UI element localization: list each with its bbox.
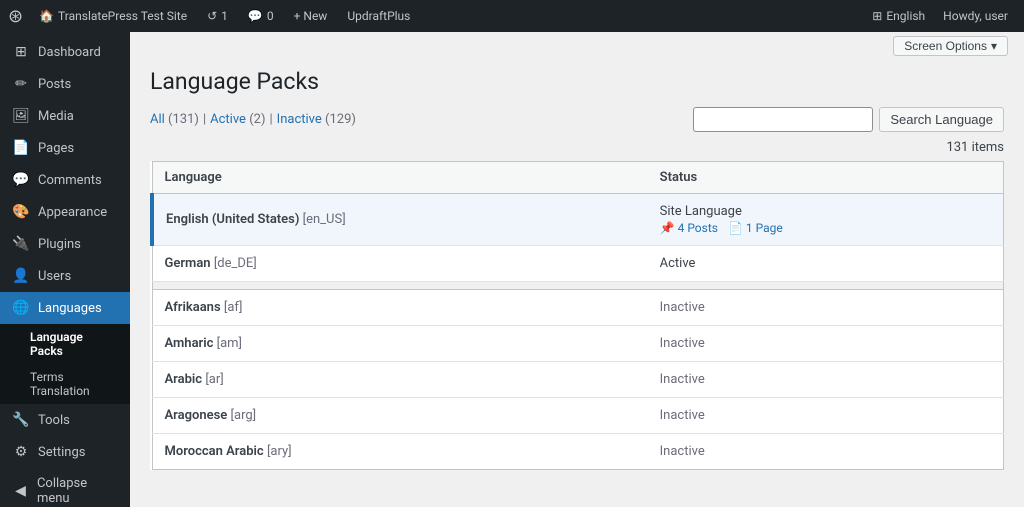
table-row: Amharic [am]Inactive bbox=[152, 326, 1004, 362]
plugins-icon: 🔌 bbox=[12, 236, 30, 252]
language-cell: Afrikaans [af] bbox=[152, 290, 648, 326]
language-packs-table: Language Status English (United States) … bbox=[150, 161, 1004, 470]
appearance-icon: 🎨 bbox=[12, 204, 30, 220]
sidebar-item-posts[interactable]: ✏ Posts bbox=[0, 68, 130, 100]
customize-icon: ↺ bbox=[207, 9, 217, 23]
main-content: Screen Options ▾ Language Packs All (131… bbox=[130, 32, 1024, 507]
language-cell: English (United States) [en_US] bbox=[152, 194, 648, 246]
language-cell: Amharic [am] bbox=[152, 326, 648, 362]
pages-icon: 📄 bbox=[12, 140, 30, 156]
sidebar-item-media[interactable]: 🖼 Media bbox=[0, 100, 130, 132]
search-area: Search Language bbox=[693, 107, 1004, 132]
admin-bar-updraft[interactable]: UpdraftPlus bbox=[339, 9, 418, 23]
sidebar-item-appearance[interactable]: 🎨 Appearance bbox=[0, 196, 130, 228]
admin-bar-comments[interactable]: 💬 0 bbox=[240, 9, 282, 23]
items-count: 131 items bbox=[150, 140, 1004, 155]
admin-bar-site[interactable]: 🏠 TranslatePress Test Site bbox=[31, 9, 195, 23]
search-language-button[interactable]: Search Language bbox=[879, 107, 1004, 132]
col-status: Status bbox=[648, 162, 1004, 194]
comments-menu-icon: 💬 bbox=[12, 172, 30, 188]
screen-options-bar: Screen Options ▾ bbox=[130, 32, 1024, 60]
sidebar-item-collapse[interactable]: ◀ Collapse menu bbox=[0, 468, 130, 507]
collapse-icon: ◀ bbox=[12, 483, 29, 499]
language-cell: Arabic [ar] bbox=[152, 362, 648, 398]
table-row: Arabic [ar]Inactive bbox=[152, 362, 1004, 398]
filter-all[interactable]: All (131) bbox=[150, 112, 199, 127]
settings-icon: ⚙ bbox=[12, 444, 30, 460]
sidebar-item-plugins[interactable]: 🔌 Plugins bbox=[0, 228, 130, 260]
admin-bar-new[interactable]: + New bbox=[286, 9, 336, 23]
sidebar-item-dashboard[interactable]: ⊞ Dashboard bbox=[0, 36, 130, 68]
filter-links: All (131) | Active (2) | Inactive (129) bbox=[150, 112, 356, 127]
language-cell: Moroccan Arabic [ary] bbox=[152, 434, 648, 470]
col-language: Language bbox=[152, 162, 648, 194]
submenu-item-terms-translation[interactable]: Terms Translation bbox=[0, 364, 130, 404]
status-link[interactable]: 📄 1 Page bbox=[728, 221, 783, 235]
sidebar-item-pages[interactable]: 📄 Pages bbox=[0, 132, 130, 164]
status-cell: Inactive bbox=[648, 398, 1004, 434]
media-icon: 🖼 bbox=[12, 108, 30, 124]
status-link[interactable]: 📌 4 Posts bbox=[660, 221, 718, 235]
admin-bar-language[interactable]: ⊞ English bbox=[864, 9, 933, 23]
sidebar-item-languages[interactable]: 🌐 Languages bbox=[0, 292, 130, 324]
table-row: English (United States) [en_US]Site Lang… bbox=[152, 194, 1004, 246]
users-icon: 👤 bbox=[12, 268, 30, 284]
sidebar-item-tools[interactable]: 🔧 Tools bbox=[0, 404, 130, 436]
comments-icon: 💬 bbox=[248, 9, 263, 23]
table-row: Moroccan Arabic [ary]Inactive bbox=[152, 434, 1004, 470]
language-cell: Aragonese [arg] bbox=[152, 398, 648, 434]
posts-icon: ✏ bbox=[12, 76, 30, 92]
sidebar-item-comments[interactable]: 💬 Comments bbox=[0, 164, 130, 196]
admin-bar-customize[interactable]: ↺ ↺ 1 bbox=[199, 9, 236, 23]
table-row: German [de_DE]Active bbox=[152, 246, 1004, 282]
language-icon: ⊞ bbox=[872, 9, 882, 23]
status-cell: Site Language📌 4 Posts📄 1 Page bbox=[648, 194, 1004, 246]
wp-logo-icon: ⊛ bbox=[8, 6, 23, 27]
status-cell: Inactive bbox=[648, 326, 1004, 362]
language-cell: German [de_DE] bbox=[152, 246, 648, 282]
submenu-item-language-packs[interactable]: Language Packs bbox=[0, 324, 130, 364]
filter-active[interactable]: Active (2) bbox=[210, 112, 265, 127]
dashboard-icon: ⊞ bbox=[12, 44, 30, 60]
site-icon: 🏠 bbox=[39, 9, 54, 23]
languages-icon: 🌐 bbox=[12, 300, 30, 316]
filter-inactive[interactable]: Inactive (129) bbox=[277, 112, 356, 127]
sidebar-item-settings[interactable]: ⚙ Settings bbox=[0, 436, 130, 468]
admin-bar: ⊛ 🏠 TranslatePress Test Site ↺ ↺ 1 💬 0 +… bbox=[0, 0, 1024, 32]
table-row: Aragonese [arg]Inactive bbox=[152, 398, 1004, 434]
screen-options-button[interactable]: Screen Options ▾ bbox=[893, 36, 1008, 56]
sidebar: ⊞ Dashboard ✏ Posts 🖼 Media 📄 Pages 💬 Co… bbox=[0, 32, 130, 507]
table-row: Afrikaans [af]Inactive bbox=[152, 290, 1004, 326]
filter-bar: All (131) | Active (2) | Inactive (129) bbox=[150, 107, 1004, 132]
tools-icon: 🔧 bbox=[12, 412, 30, 428]
search-input[interactable] bbox=[693, 107, 873, 132]
status-cell: Inactive bbox=[648, 434, 1004, 470]
status-cell: Inactive bbox=[648, 362, 1004, 398]
status-cell: Active bbox=[648, 246, 1004, 282]
admin-bar-user[interactable]: Howdy, user bbox=[935, 9, 1016, 23]
status-cell: Inactive bbox=[648, 290, 1004, 326]
sidebar-item-users[interactable]: 👤 Users bbox=[0, 260, 130, 292]
page-title: Language Packs bbox=[150, 68, 1004, 95]
